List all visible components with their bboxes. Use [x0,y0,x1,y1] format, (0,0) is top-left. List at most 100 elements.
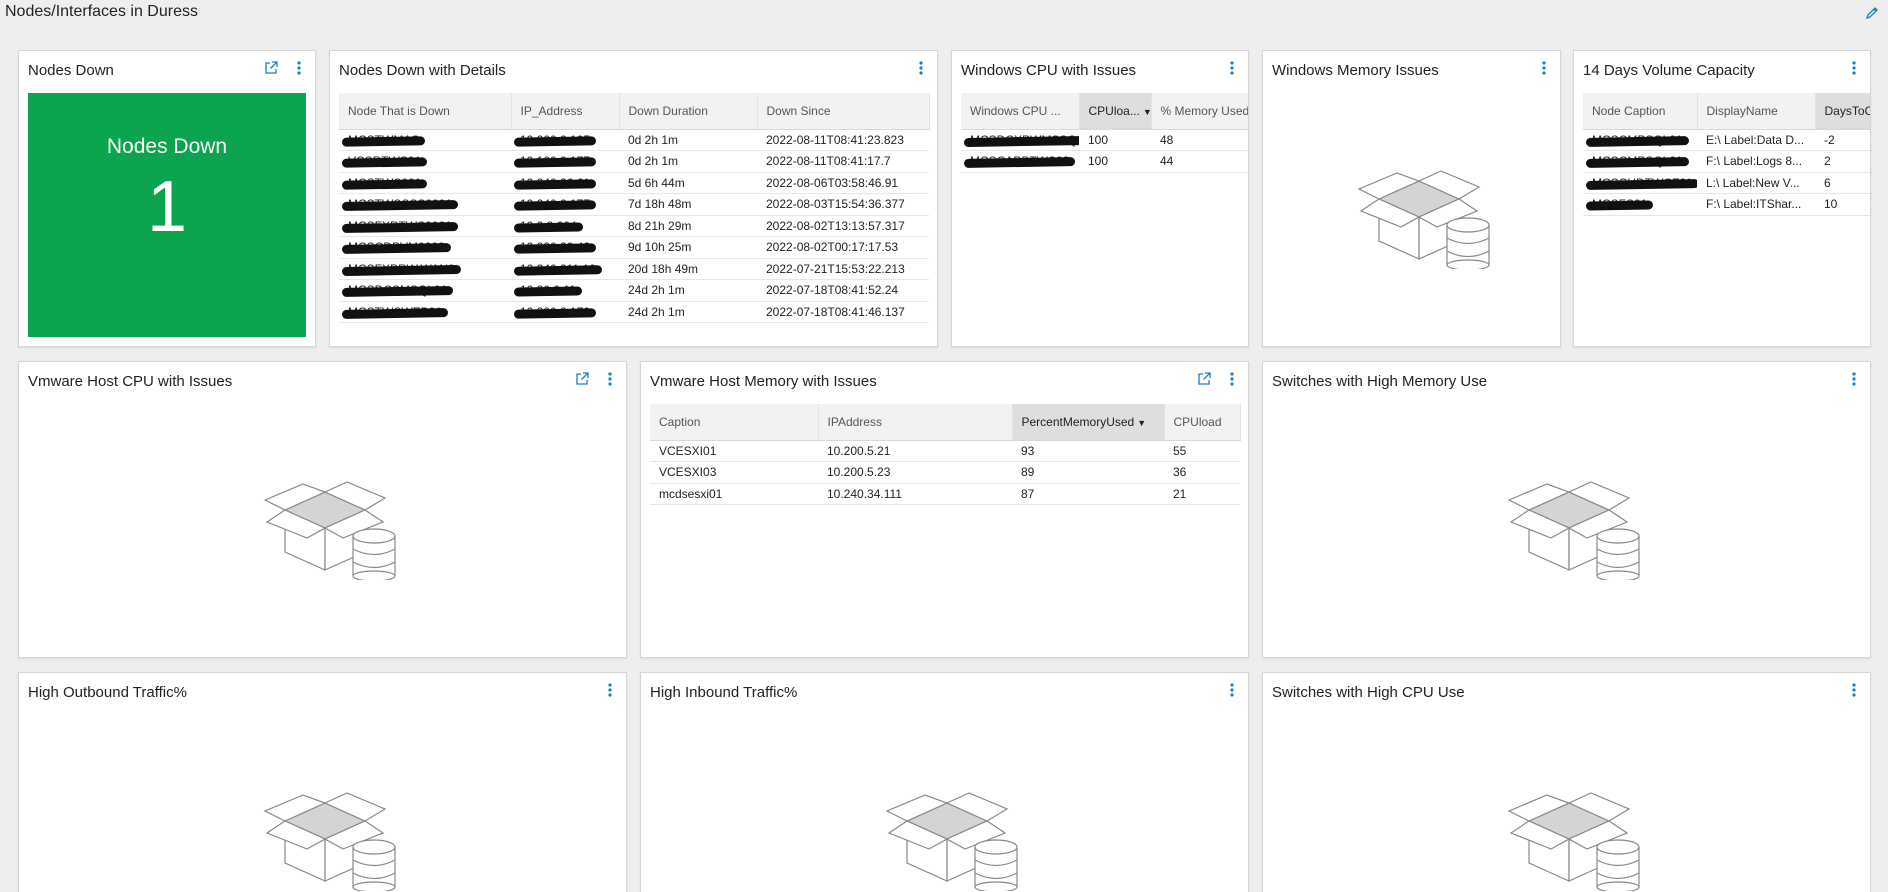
kebab-menu-icon[interactable] [1536,60,1552,76]
table-row[interactable]: MCSFXRTWS0001 10.0.3.204 8d 21h 29m 2022-08… [339,215,929,237]
widget-windows-memory: Windows Memory Issues [1262,50,1561,347]
column-header[interactable]: CPUload [1164,404,1241,441]
cell-value: VCESXI01 [659,443,717,458]
table-row[interactable]: MCSCMPSQL01 E:\ Label:Data D... -2 [1583,129,1870,151]
table-row[interactable]: MCSTWMAS 10.200.2.105 0d 2h 1m 2022-08-11T0… [339,129,929,151]
column-header[interactable]: PercentMemoryUsed ▼ [1012,404,1165,441]
cell-value: 6 [1824,175,1831,190]
kebab-menu-icon[interactable] [291,60,307,76]
table-cell: F:\ Label:ITShar... [1697,193,1815,216]
cell-value: F:\ Label:Logs 8... [1706,154,1803,169]
column-header[interactable]: Caption [650,404,819,441]
table-cell: MCSCDPVM0000 [339,236,511,259]
table-cell: MCSFXRTWS0001 [339,215,511,237]
cell-value: 44 [1160,154,1174,169]
column-header[interactable]: % Memory Used [1151,93,1248,130]
widget-title: Nodes Down with Details [339,62,506,79]
column-header[interactable]: Node Caption [1583,93,1698,130]
cell-value: 100 [1088,132,1109,147]
table-row[interactable]: VCESXI03 10.200.5.23 89 36 [650,461,1240,484]
table-row[interactable]: MCSCMPSQL01 F:\ Label:Logs 8... 2 [1583,150,1870,173]
column-header[interactable]: IPAddress [818,404,1013,441]
column-header[interactable]: DisplayName [1697,93,1816,130]
empty-box-database-icon [1489,781,1649,891]
table-row[interactable]: MCSFXPRW.WAN2 10.240.211.10 20d 18h 49m 202… [339,258,929,280]
cell-value: 2022-08-11T08:41:17.7 [766,154,891,169]
table-cell: -2 [1815,129,1870,151]
cell-value: 24d 2h 1m [628,283,685,298]
widget-title: 14 Days Volume Capacity [1583,62,1755,79]
table-cell: 10.240.2.177 [511,193,619,216]
kebab-menu-icon[interactable] [1846,60,1862,76]
cell-value: VCESXI03 [659,465,717,480]
nodes-down-tile[interactable]: Nodes Down 1 [28,93,306,337]
table-row[interactable]: MCSCHDTWCF01 L:\ Label:New V... 6 [1583,172,1870,194]
widget-windows-cpu: Windows CPU with Issues Windows CPU ... C… [951,50,1249,347]
cell-value: 2022-08-03T15:54:36.377 [766,197,905,212]
column-header[interactable]: Down Duration [619,93,758,130]
table-cell: 2022-08-03T15:54:36.377 [757,193,929,216]
widget-vmware-memory: Vmware Host Memory with Issues Caption IP… [640,361,1249,658]
table-cell: 24d 2h 1m [619,279,757,302]
table-cell: 2022-07-18T08:41:52.24 [757,279,929,302]
table-cell: 21 [1164,483,1240,505]
cell-value: 2022-07-18T08:41:46.137 [766,304,905,319]
widget-switches-cpu: Switches with High CPU Use [1262,672,1871,892]
widget-title: Nodes Down [28,62,114,79]
table-row[interactable]: VCESXI01 10.200.5.21 93 55 [650,440,1240,462]
table-cell: VCESXI03 [650,461,818,484]
popout-icon[interactable] [574,371,590,387]
table-cell: MCSTWMAS [339,129,511,151]
cell-value: 55 [1173,443,1187,458]
kebab-menu-icon[interactable] [602,682,618,698]
table-cell: MCSDCSMSQL01 [339,279,511,302]
cell-value: 10.220.20.42 [520,240,591,255]
column-header[interactable]: DaysToC▼ [1815,93,1870,130]
cell-value: 7d 18h 48m [628,197,692,212]
cell-value: 89 [1021,465,1035,480]
pencil-icon[interactable] [1864,5,1880,21]
kebab-menu-icon[interactable] [1224,682,1240,698]
kebab-menu-icon[interactable] [1224,60,1240,76]
popout-icon[interactable] [1196,371,1212,387]
table-row[interactable]: MCSDCXPWMSSQ1 100 48 [961,129,1248,151]
popout-icon[interactable] [263,60,279,76]
table-row[interactable]: VCSRTWS01 10.100.2.177 0d 2h 1m 2022-08-11T… [339,150,929,173]
table-cell: MCSDCXPWMSSQ1 [961,129,1079,151]
column-header[interactable]: CPUloa... ▼ [1079,93,1152,130]
table-row[interactable]: MCSCAPPTWS02 100 44 [961,150,1248,173]
table-cell: E:\ Label:Data D... [1697,129,1815,151]
table-row[interactable]: MCSDCSMSQL01 10.20.0.11 24d 2h 1m 2022-07-1… [339,279,929,302]
widget-title: Switches with High Memory Use [1272,373,1488,390]
table-cell: MCSTWSWEB01 [339,301,511,323]
table-row[interactable]: MCSTWS001 10.240.26.61 5d 6h 44m 2022-08-06… [339,172,929,194]
column-header[interactable]: Windows CPU ... [961,93,1080,130]
column-header[interactable]: Down Since [757,93,930,130]
cell-value: 48 [1160,132,1174,147]
table-row[interactable]: MCSCDPVM0000 10.220.20.42 9d 10h 25m 2022-0… [339,236,929,259]
table-row[interactable]: mcdsesxi01 10.240.34.111 87 21 [650,483,1240,505]
cell-value: MCSCMPSQL01 [1592,154,1683,169]
kebab-menu-icon[interactable] [1224,371,1240,387]
column-header[interactable]: IP_Address [511,93,620,130]
cell-value: MCSTWSWEB01 [348,304,443,319]
kebab-menu-icon[interactable] [602,371,618,387]
table-cell: MCSCAPPTWS02 [961,150,1079,173]
table-row[interactable]: MCSTWSWEB01 10.200.2.179 24d 2h 1m 2022-07-… [339,301,929,323]
cell-value: mcdsesxi01 [659,486,723,501]
table-row[interactable]: MCSTWSSSS0001 10.240.2.177 7d 18h 48m 2022-… [339,193,929,216]
empty-box-database-icon [867,781,1027,891]
table-cell: 10.200.2.105 [511,129,619,151]
column-header[interactable]: Node That is Down [339,93,512,130]
kebab-menu-icon[interactable] [1846,371,1862,387]
cell-value: L:\ Label:New V... [1706,175,1800,190]
table-cell: 48 [1151,129,1248,151]
cell-value: 2022-08-06T03:58:46.91 [766,175,899,190]
cell-value: 8d 21h 29m [628,218,692,233]
table-row[interactable]: MCSFS01 F:\ Label:ITShar... 10 [1583,193,1870,216]
cell-value: MCSFXRTWS0001 [348,218,452,233]
cell-value: F:\ Label:ITShar... [1706,197,1802,212]
kebab-menu-icon[interactable] [1846,682,1862,698]
kebab-menu-icon[interactable] [913,60,929,76]
table-cell: 2 [1815,150,1870,173]
